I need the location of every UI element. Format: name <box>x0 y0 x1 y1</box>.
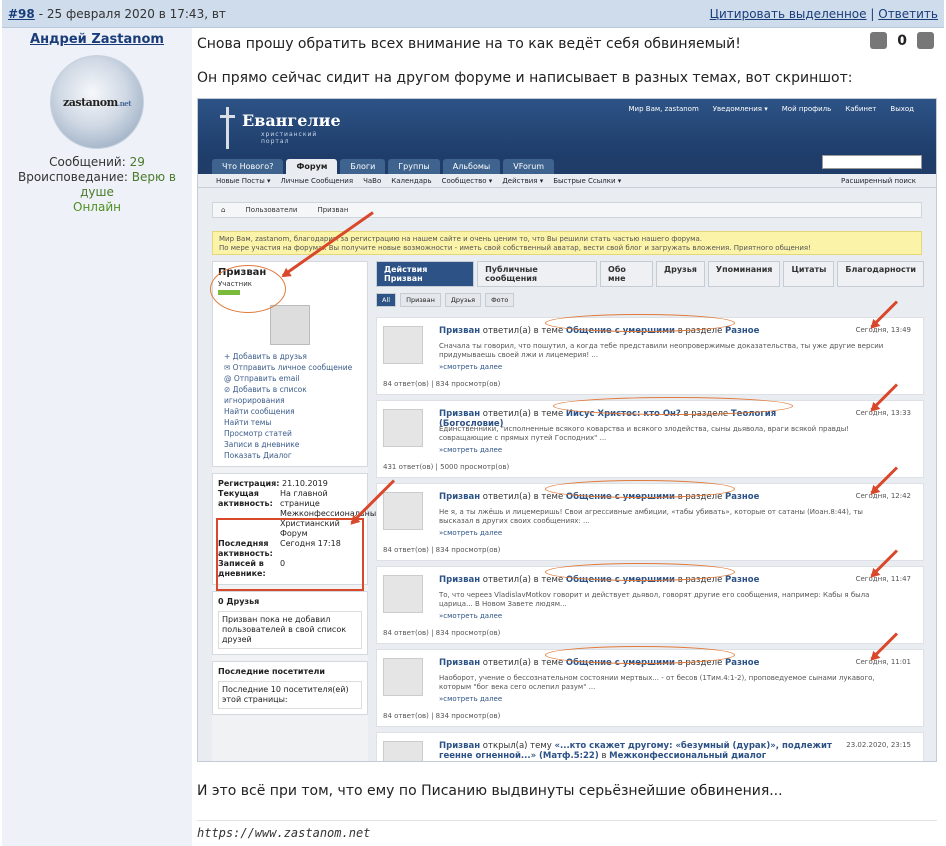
reply-link[interactable]: Ответить <box>878 7 938 21</box>
activity-item: Призван открыл(а) тему «...кто скажет др… <box>376 732 924 761</box>
shot-subnav: Новые Посты ▾ Личные Сообщения ЧаВо Календа… <box>198 174 936 188</box>
shot-header: Евангелие христианский портал Мир Вам, z… <box>198 99 936 156</box>
shot-visitors: Последние посетители Последние 10 посети… <box>212 661 368 715</box>
activity-stats: 84 ответ(ов) | 834 просмотр(ов) <box>383 629 501 637</box>
activity-item: Призван ответил(а) в теме Общение с умер… <box>376 466 924 561</box>
avatar[interactable]: zastanom.net <box>50 55 144 149</box>
activity-excerpt: То, что череез VladislavMotkov говорит и… <box>439 591 870 608</box>
shot-tabs: Действия Призван Публичные сообщения Обо м… <box>376 261 924 287</box>
activity-excerpt: Наоборот, учение о бессознательном состо… <box>439 674 875 691</box>
author-sidebar: Андрей Zastanom zastanom.net Сообщений: … <box>2 28 192 846</box>
activity-title: Призван открыл(а) тему «...кто скажет др… <box>439 741 832 761</box>
profile-links: + Добавить в друзья ✉ Отправить личное с… <box>224 352 353 460</box>
shot-logo: Евангелие христианский портал <box>216 107 341 149</box>
annotation-box <box>216 518 364 591</box>
shot-top-links: Мир Вам, zastanom Уведомления ▾ Мой профил… <box>628 105 914 113</box>
cross-icon <box>220 107 235 149</box>
annotation-ring <box>553 397 793 415</box>
embedded-screenshot[interactable]: Евангелие христианский портал Мир Вам, z… <box>197 98 937 762</box>
activity-stats: 84 ответ(ов) | 834 просмотр(ов) <box>383 712 501 720</box>
messages-stat: Сообщений: 29 <box>49 155 145 169</box>
quote-selected-link[interactable]: Цитировать выделенное <box>710 7 867 21</box>
activity-excerpt: Сначала ты говорил, что пошутил, а когда… <box>439 342 884 359</box>
see-more-link[interactable]: »смотреть далее <box>439 612 502 620</box>
post-number-link[interactable]: #98 <box>8 7 35 21</box>
activity-thumbnail <box>383 409 423 447</box>
post-date: - 25 февраля 2020 в 17:43, вт <box>38 6 226 21</box>
actions-separator: | <box>870 6 875 21</box>
activity-excerpt: Не я, а ты лжёшь и лицемеришь! Свои агре… <box>439 508 863 525</box>
activity-time: Сегодня, 13:49 <box>855 326 911 334</box>
see-more-link[interactable]: »смотреть далее <box>439 695 502 703</box>
activity-thumbnail <box>383 741 423 761</box>
see-more-link[interactable]: »смотреть далее <box>439 363 502 371</box>
activity-time: Сегодня, 11:01 <box>855 658 911 666</box>
shot-breadcrumb: ⌂ Пользователи Призван <box>212 202 922 218</box>
thumb-down-icon[interactable] <box>917 32 934 49</box>
profile-photo <box>270 305 310 345</box>
thumb-up-icon[interactable] <box>870 32 888 49</box>
annotation-ring <box>545 314 735 332</box>
activity-excerpt: Единственники, "исполненные всякого кова… <box>439 425 850 442</box>
message-paragraph-2: Он прямо сейчас сидит на другом форуме и… <box>197 70 853 86</box>
see-more-link[interactable]: »смотреть далее <box>439 446 502 454</box>
message-paragraph-1: Снова прошу обратить всех внимание на то… <box>197 36 741 52</box>
annotation-ring <box>545 480 735 498</box>
activity-thumbnail <box>383 575 423 613</box>
activity-time: 23.02.2020, 23:15 <box>846 741 911 749</box>
activity-thumbnail <box>383 326 423 364</box>
shot-friends: 0 Друзья Призван пока не добавил пользов… <box>212 591 368 655</box>
message-paragraph-3: И это всё при том, что ему по Писанию вы… <box>197 783 783 799</box>
annotation-ring <box>545 563 735 581</box>
post-header: #98 - 25 февраля 2020 в 17:43, вт Цитиро… <box>2 0 944 28</box>
activity-item: Призван ответил(а) в теме Общение с умер… <box>376 549 924 644</box>
activity-time: Сегодня, 11:47 <box>855 575 911 583</box>
activity-stats: 84 ответ(ов) | 834 просмотр(ов) <box>383 380 501 388</box>
activity-time: Сегодня, 12:42 <box>855 492 911 500</box>
activity-item: Призван ответил(а) в теме Иисус Христос:… <box>376 383 924 478</box>
activity-item: Призван ответил(а) в теме Общение с умер… <box>376 632 924 727</box>
online-status: Онлайн <box>73 200 121 214</box>
signature-link[interactable]: https://www.zastanom.net <box>197 820 937 840</box>
shot-filters: All Призван Друзья Фото <box>376 293 924 307</box>
annotation-ring <box>210 265 286 313</box>
author-name-link[interactable]: Андрей Zastanom <box>2 32 192 47</box>
annotation-ring <box>545 646 735 664</box>
activity-time: Сегодня, 13:33 <box>855 409 911 417</box>
shot-search-box <box>822 155 922 169</box>
post-actions: Цитировать выделенное | Ответить <box>710 7 938 21</box>
vote-count: 0 <box>897 32 907 49</box>
shot-profile-column: Призван Участник + Добавить в друзья ✉ О… <box>212 261 381 761</box>
activity-thumbnail <box>383 492 423 530</box>
vote-box: 0 <box>870 32 934 49</box>
activity-thumbnail <box>383 658 423 696</box>
religion-stat: Вроисповедание: Верю в душе <box>17 170 176 199</box>
shot-activity-column: Действия Призван Публичные сообщения Обо м… <box>376 261 924 761</box>
avatar-logo: zastanom.net <box>63 95 131 109</box>
activity-stats: 84 ответ(ов) | 834 просмотр(ов) <box>383 546 501 554</box>
see-more-link[interactable]: »смотреть далее <box>439 529 502 537</box>
activity-item: Призван ответил(а) в теме Общение с умер… <box>376 300 924 395</box>
activity-stats: 431 ответ(ов) | 5000 просмотр(ов) <box>383 463 510 471</box>
